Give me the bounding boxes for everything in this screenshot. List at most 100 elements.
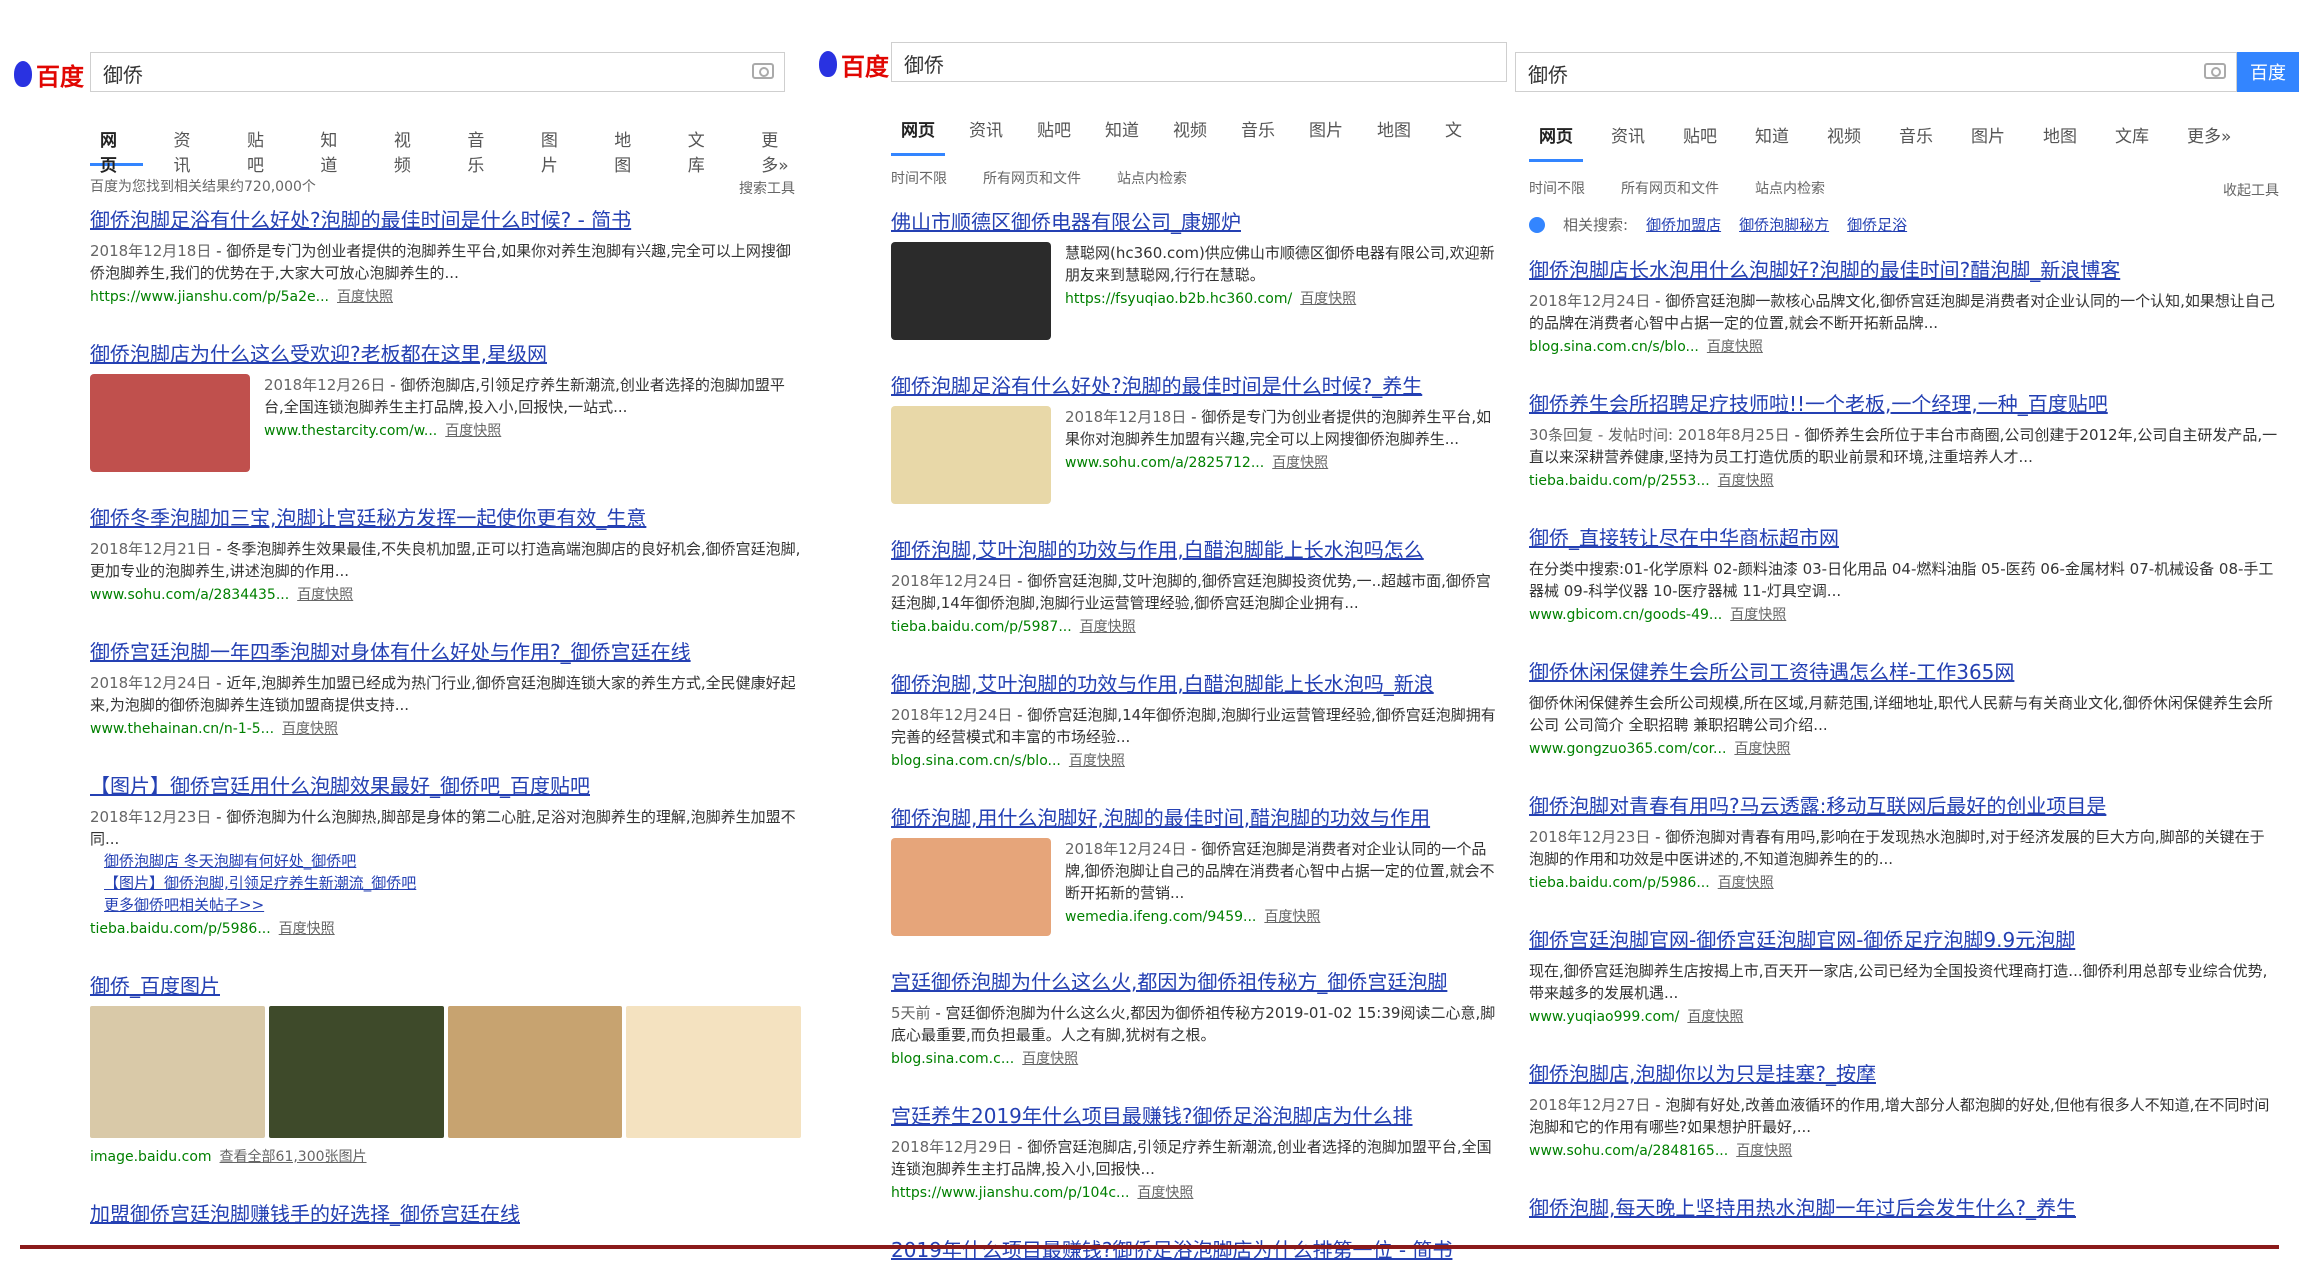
baidu-logo[interactable]: 百度 [14,52,84,96]
result-url[interactable]: image.baidu.com [90,1149,212,1165]
snapshot-link[interactable]: 百度快照 [1272,455,1328,471]
search-input-box[interactable] [1515,52,2237,93]
snapshot-link[interactable]: 查看全部61,300张图片 [220,1149,367,1165]
snapshot-link[interactable]: 百度快照 [297,587,353,603]
tab-item[interactable]: 文库 [678,116,731,176]
result-url[interactable]: www.gongzuo365.com/cor... [1529,741,1726,757]
snapshot-link[interactable]: 百度快照 [1718,875,1774,891]
snapshot-link[interactable]: 百度快照 [1137,1185,1193,1201]
tab-item[interactable]: 更多» [751,116,815,176]
tab-item[interactable]: 文 [1435,106,1472,156]
filter-item[interactable]: 所有网页和文件 [983,168,1081,188]
snapshot-link[interactable]: 百度快照 [1730,607,1786,623]
result-url[interactable]: tieba.baidu.com/p/5986... [1529,875,1710,891]
result-url[interactable]: blog.sina.com.c... [891,1051,1014,1067]
result-thumbnail[interactable] [90,374,250,472]
sub-link[interactable]: 更多御侨吧相关帖子>> [104,894,801,916]
tab-item[interactable]: 更多» [2177,112,2241,162]
tab-item[interactable]: 知道 [310,116,363,176]
result-url[interactable]: https://fsyuqiao.b2b.hc360.com/ [1065,291,1292,307]
related-link[interactable]: 御侨足浴 [1847,214,1907,235]
result-url[interactable]: www.sohu.com/a/2848165... [1529,1143,1728,1159]
result-url[interactable]: www.sohu.com/a/2834435... [90,587,289,603]
tab-item[interactable]: 视频 [1817,112,1871,162]
snapshot-link[interactable]: 百度快照 [279,921,335,937]
tab-item[interactable]: 网页 [90,116,144,176]
tab-item[interactable]: 图片 [1299,106,1353,156]
camera-icon[interactable] [752,63,774,79]
related-link[interactable]: 御侨泡脚秘方 [1739,214,1829,235]
tab-item[interactable]: 知道 [1745,112,1799,162]
search-input-box[interactable] [90,52,785,93]
tab-item[interactable]: 贴吧 [1027,106,1081,156]
result-image[interactable] [268,1006,444,1138]
sub-link[interactable]: 御侨泡脚店 冬天泡脚有何好处_御侨吧 [104,850,801,872]
search-input[interactable] [1526,53,2106,93]
related-link[interactable]: 御侨加盟店 [1646,214,1721,235]
tab-item[interactable]: 图片 [531,116,584,176]
filter-item[interactable]: 时间不限 [1529,178,1585,198]
result-title-link[interactable]: 御侨泡脚足浴有什么好处?泡脚的最佳时间是什么时候?_养生 [891,372,1501,400]
camera-icon[interactable] [2204,63,2226,79]
tab-item[interactable]: 视频 [384,116,437,176]
result-title-link[interactable]: 御侨泡脚店为什么这么受欢迎?老板都在这里,星级网 [90,340,801,368]
snapshot-link[interactable]: 百度快照 [445,423,501,439]
filter-item[interactable]: 时间不限 [891,168,947,188]
result-url[interactable]: blog.sina.com.cn/s/blo... [891,753,1061,769]
search-input-box[interactable] [891,42,1507,83]
snapshot-link[interactable]: 百度快照 [337,289,393,305]
snapshot-link[interactable]: 百度快照 [1264,909,1320,925]
tab-item[interactable]: 音乐 [457,116,510,176]
result-title-link[interactable]: 御侨宫廷泡脚一年四季泡脚对身体有什么好处与作用?_御侨宫廷在线 [90,638,801,666]
result-title-link[interactable]: 御侨泡脚店长水泡用什么泡脚好?泡脚的最佳时间?醋泡脚_新浪博客 [1529,256,2279,284]
tab-item[interactable]: 知道 [1095,106,1149,156]
result-url[interactable]: wemedia.ifeng.com/9459... [1065,909,1256,925]
tab-item[interactable]: 资讯 [163,116,216,176]
result-title-link[interactable]: 御侨宫廷泡脚官网-御侨宫廷泡脚官网-御侨足疗泡脚9.9元泡脚 [1529,926,2279,954]
tab-item[interactable]: 网页 [891,106,945,156]
result-title-link[interactable]: 御侨泡脚,用什么泡脚好,泡脚的最佳时间,醋泡脚的功效与作用 [891,804,1501,832]
search-button[interactable]: 百度 [2237,52,2299,92]
result-url[interactable]: www.thehainan.cn/n-1-5... [90,721,274,737]
tab-item[interactable]: 音乐 [1889,112,1943,162]
result-title-link[interactable]: 御侨休闲保健养生会所公司工资待遇怎么样-工作365网 [1529,658,2279,686]
result-image[interactable] [447,1006,623,1138]
tab-item[interactable]: 贴吧 [1673,112,1727,162]
sub-link[interactable]: 【图片】御侨泡脚,引领足疗养生新潮流_御侨吧 [104,872,801,894]
result-image[interactable] [90,1006,265,1138]
result-url[interactable]: www.sohu.com/a/2825712... [1065,455,1264,471]
snapshot-link[interactable]: 百度快照 [1069,753,1125,769]
result-url[interactable]: https://www.jianshu.com/p/104c... [891,1185,1129,1201]
snapshot-link[interactable]: 百度快照 [1022,1051,1078,1067]
result-title-link[interactable]: 御侨养生会所招聘足疗技师啦!!一个老板,一个经理,一种_百度贴吧 [1529,390,2279,418]
search-input[interactable] [902,43,1398,83]
tab-item[interactable]: 视频 [1163,106,1217,156]
result-url[interactable]: blog.sina.com.cn/s/blo... [1529,339,1699,355]
result-url[interactable]: tieba.baidu.com/p/2553... [1529,473,1710,489]
filter-item[interactable]: 所有网页和文件 [1621,178,1719,198]
tab-item[interactable]: 文库 [2105,112,2159,162]
filter-item[interactable]: 站点内检索 [1117,168,1187,188]
tab-item[interactable]: 地图 [1367,106,1421,156]
result-url[interactable]: www.thestarcity.com/w... [264,423,437,439]
tab-item[interactable]: 地图 [604,116,657,176]
search-input[interactable] [101,53,660,93]
tab-item[interactable]: 地图 [2033,112,2087,162]
result-title-link[interactable]: 御侨_直接转让尽在中华商标超市网 [1529,524,2279,552]
snapshot-link[interactable]: 百度快照 [1734,741,1790,757]
snapshot-link[interactable]: 百度快照 [1687,1009,1743,1025]
result-title-link[interactable]: 宫廷养生2019年什么项目最赚钱?御侨足浴泡脚店为什么排 [891,1102,1501,1130]
result-url[interactable]: www.gbicom.cn/goods-49... [1529,607,1722,623]
search-tools-toggle[interactable]: 搜索工具 [739,178,795,198]
snapshot-link[interactable]: 百度快照 [282,721,338,737]
snapshot-link[interactable]: 百度快照 [1718,473,1774,489]
result-thumbnail[interactable] [891,242,1051,340]
tab-item[interactable]: 图片 [1961,112,2015,162]
result-url[interactable]: tieba.baidu.com/p/5987... [891,619,1072,635]
tab-item[interactable]: 资讯 [1601,112,1655,162]
result-title-link[interactable]: 御侨_百度图片 [90,972,801,1000]
result-url[interactable]: tieba.baidu.com/p/5986... [90,921,271,937]
filter-item[interactable]: 站点内检索 [1755,178,1825,198]
tab-item[interactable]: 贴吧 [237,116,290,176]
snapshot-link[interactable]: 百度快照 [1300,291,1356,307]
